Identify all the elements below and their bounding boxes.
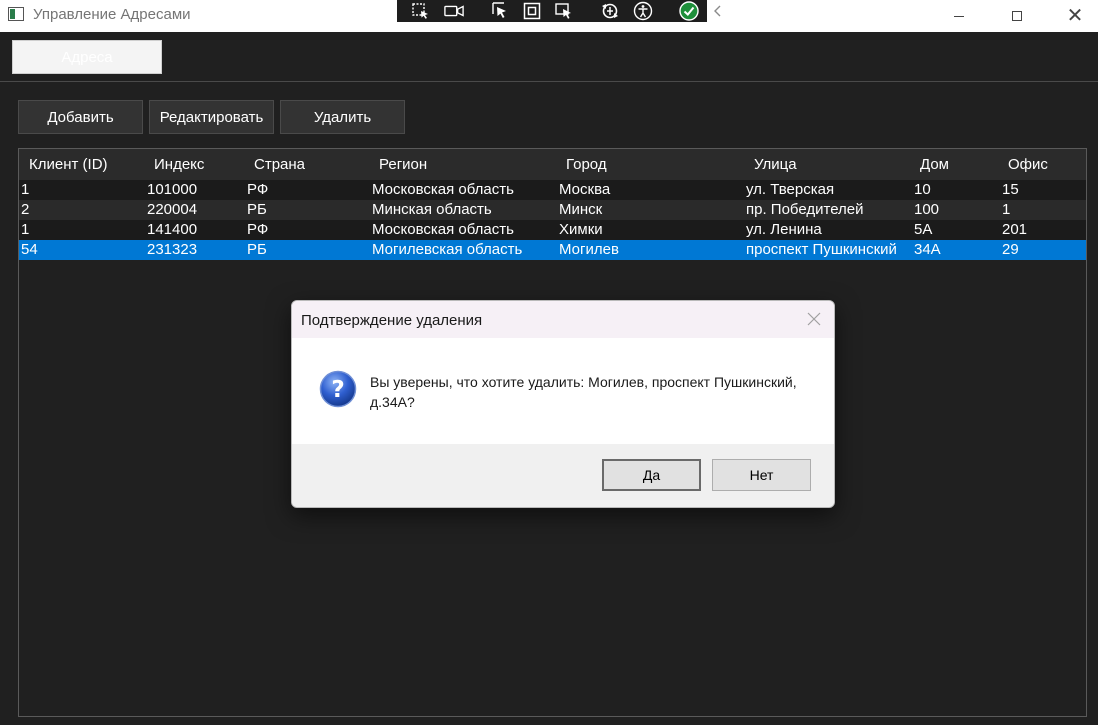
cell-region: Минская область	[372, 201, 492, 218]
tab-addresses[interactable]: Адреса	[12, 40, 162, 74]
dialog-message: Вы уверены, что хотите удалить: Могилев,…	[370, 374, 797, 410]
cell-country: РФ	[247, 181, 269, 198]
check-icon[interactable]	[679, 1, 699, 21]
no-button[interactable]: Нет	[712, 459, 811, 491]
cell-office: 1	[1002, 201, 1011, 218]
close-icon: ✕	[1066, 5, 1084, 27]
minimize-button[interactable]	[930, 0, 988, 32]
table-row-selected[interactable]: 54 231323 РБ Могилевская область Могилев…	[19, 240, 1086, 260]
cell-postal-code: 231323	[147, 241, 198, 258]
cell-office: 29	[1002, 241, 1019, 258]
cell-country: РБ	[247, 201, 267, 218]
cell-house: 100	[914, 201, 940, 218]
close-icon	[807, 312, 821, 326]
window-title: Управление Адресами	[33, 6, 191, 23]
dialog-close-button[interactable]	[802, 307, 826, 331]
column-header-office[interactable]: Офис	[1008, 156, 1048, 173]
accessibility-icon[interactable]	[633, 1, 653, 21]
debug-toolbar	[397, 0, 721, 22]
column-header-country[interactable]: Страна	[254, 156, 305, 173]
cell-postal-code: 141400	[147, 221, 198, 238]
column-header-postal-code[interactable]: Индекс	[154, 156, 204, 173]
frame-icon[interactable]	[523, 2, 541, 20]
delete-button[interactable]: Удалить	[280, 100, 405, 134]
cell-postal-code: 220004	[147, 201, 198, 218]
cell-house: 34А	[914, 241, 941, 258]
cell-office: 201	[1002, 221, 1028, 238]
column-header-city[interactable]: Город	[566, 156, 607, 173]
cell-house: 5А	[914, 221, 933, 238]
column-header-street[interactable]: Улица	[754, 156, 797, 173]
tab-strip: Адреса	[0, 32, 1098, 82]
column-header-client-id[interactable]: Клиент (ID)	[29, 156, 108, 173]
grid-header: Клиент (ID) Индекс Страна Регион Город У…	[19, 149, 1086, 180]
table-row[interactable]: 2 220004 РБ Минская область Минск пр. По…	[19, 200, 1086, 220]
cell-region: Московская область	[372, 181, 514, 198]
cell-country: РБ	[247, 241, 267, 258]
snap-icon[interactable]	[554, 2, 574, 20]
question-icon: ?	[319, 370, 357, 408]
cell-office: 15	[1002, 181, 1019, 198]
cell-street: ул. Ленина	[746, 221, 822, 238]
cell-street: проспект Пушкинский	[746, 241, 897, 258]
cell-client-id: 1	[21, 221, 30, 238]
cell-city: Могилев	[559, 241, 619, 258]
cell-city: Москва	[559, 181, 611, 198]
dialog-content: ? Вы уверены, что хотите удалить: Могиле…	[292, 338, 834, 444]
hot-reload-icon[interactable]	[600, 2, 620, 20]
cell-house: 10	[914, 181, 931, 198]
cell-postal-code: 101000	[147, 181, 198, 198]
cell-client-id: 1	[21, 181, 30, 198]
cell-client-id: 54	[21, 241, 38, 258]
cell-street: пр. Победителей	[746, 201, 864, 218]
svg-text:?: ?	[331, 377, 344, 403]
table-row[interactable]: 1 141400 РФ Московская область Химки ул.…	[19, 220, 1086, 240]
minimize-icon	[954, 15, 964, 17]
table-row[interactable]: 1 101000 РФ Московская область Москва ул…	[19, 180, 1086, 200]
maximize-icon	[1012, 11, 1022, 21]
dialog-titlebar: Подтверждение удаления	[292, 301, 834, 338]
cell-client-id: 2	[21, 201, 30, 218]
cell-region: Могилевская область	[372, 241, 523, 258]
record-icon[interactable]	[444, 2, 464, 20]
add-button[interactable]: Добавить	[18, 100, 143, 134]
app-icon	[8, 7, 24, 21]
yes-button[interactable]: Да	[602, 459, 701, 491]
column-header-region[interactable]: Регион	[379, 156, 427, 173]
cell-region: Московская область	[372, 221, 514, 238]
collapse-icon[interactable]	[712, 2, 724, 20]
cell-city: Минск	[559, 201, 603, 218]
maximize-button[interactable]	[988, 0, 1046, 32]
cell-city: Химки	[559, 221, 603, 238]
column-header-house[interactable]: Дом	[920, 156, 949, 173]
dialog-footer: Да Нет	[292, 444, 834, 507]
edit-button[interactable]: Редактировать	[149, 100, 274, 134]
pointer-icon[interactable]	[490, 2, 510, 20]
close-button[interactable]: ✕	[1046, 0, 1098, 32]
cell-country: РФ	[247, 221, 269, 238]
select-element-icon[interactable]	[411, 2, 431, 20]
cell-street: ул. Тверская	[746, 181, 835, 198]
dialog-title: Подтверждение удаления	[301, 312, 483, 329]
delete-confirmation-dialog: Подтверждение удаления ? Вы уверены, что…	[291, 300, 835, 508]
